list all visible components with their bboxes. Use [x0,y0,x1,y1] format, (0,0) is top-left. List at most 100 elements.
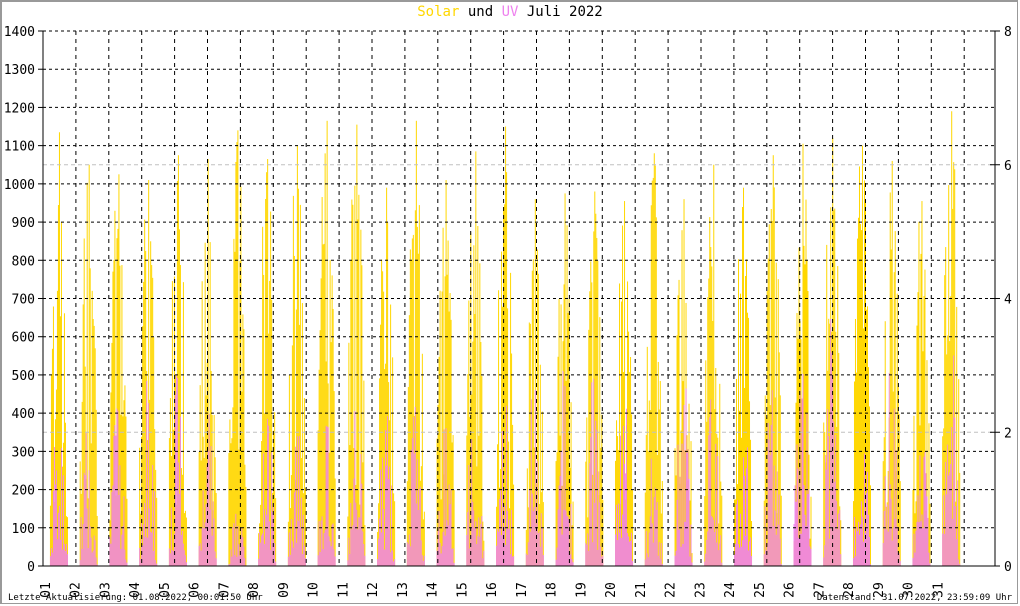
uv-bar [562,371,564,566]
uv-bar [264,543,266,566]
uv-bar [745,535,747,566]
uv-bar [287,556,289,566]
uv-bar [293,492,295,566]
uv-bar [773,465,775,566]
solar-bar [896,293,898,566]
uv-bar [146,380,148,566]
uv-bar [352,525,354,566]
uv-bar [678,529,680,566]
solar-bar [766,290,768,566]
footer-data-status: Datenstand: 31.07.2022, 23:59:09 Uhr [816,593,1012,603]
solar-bar [349,445,351,566]
uv-bar [532,511,534,566]
solar-bar [214,457,216,566]
solar-bar [646,346,648,566]
solar-bar [79,461,81,566]
uv-bar [527,542,529,566]
uv-bar [826,469,828,566]
uv-bar [143,524,145,566]
solar-bar [704,496,706,566]
y-tick-label-left: 0 [27,560,35,575]
solar-bar [713,164,715,566]
uv-bar [330,546,332,566]
uv-bar [709,417,711,566]
solar-bar [512,424,514,566]
uv-bar [236,556,238,566]
uv-bar [114,425,116,566]
solar-bar [628,331,630,566]
uv-bar [618,503,620,566]
uv-bar [388,479,390,566]
uv-bar [854,556,856,566]
uv-bar [912,557,914,566]
uv-bar [749,541,751,566]
uv-bar [120,548,122,566]
uv-bar [711,515,713,566]
uv-bar [290,519,292,566]
solar-bar [956,306,958,566]
uv-bar [631,532,633,566]
y-tick-label-right: 4 [1004,293,1012,308]
uv-bar [885,529,887,566]
solar-bar [322,244,324,567]
uv-bar [113,435,115,566]
uv-bar [751,555,753,566]
uv-bar [215,558,217,566]
uv-bar [86,508,88,566]
solar-bar [303,398,305,566]
solar-bar [738,259,740,566]
uv-bar [300,497,302,566]
solar-bar [415,120,417,566]
uv-bar [182,543,184,566]
uv-bar [87,548,89,566]
solar-bar [475,151,477,566]
solar-bar [363,380,365,566]
uv-bar [891,540,893,566]
uv-bar [542,554,544,566]
uv-bar [118,494,120,566]
x-tick-label: 18 [545,582,560,598]
uv-bar [408,534,410,566]
solar-bar [233,238,235,566]
uv-bar [270,549,272,566]
solar-bar [929,503,931,566]
uv-bar [383,509,385,566]
solar-bar [644,492,646,566]
uv-bar [325,425,327,566]
uv-bar [767,422,769,566]
uv-bar [328,536,330,566]
uv-bar [347,560,349,566]
uv-bar [411,438,413,566]
uv-bar [275,561,277,566]
uv-bar [170,507,172,566]
x-tick-label: 25 [753,582,768,598]
x-tick-label: 21 [634,582,649,598]
uv-bar [657,555,659,566]
solar-bar [630,357,632,566]
solar-bar [529,323,531,566]
uv-bar [740,513,742,566]
uv-bar [504,505,506,566]
solar-bar [266,172,268,566]
uv-bar [58,505,60,566]
uv-bar [501,535,503,566]
footer-last-update: Letzte Aktualisierung: 01.08.2022, 00:01… [8,593,263,603]
solar-bar [270,211,272,566]
uv-bar [85,433,87,566]
uv-bar [621,537,623,566]
uv-bar [763,554,765,566]
uv-bar [718,550,720,566]
uv-bar [719,543,721,566]
uv-bar [598,471,600,566]
uv-bar [416,459,418,566]
uv-bar [595,420,597,566]
uv-bar [349,554,351,566]
solar-bar [537,273,539,566]
uv-bar [772,526,774,566]
solar-bar [348,342,350,566]
uv-bar [49,556,51,566]
solar-bar [899,481,901,566]
uv-bar [660,542,662,566]
uv-bar [144,502,146,566]
uv-bar [704,561,706,566]
